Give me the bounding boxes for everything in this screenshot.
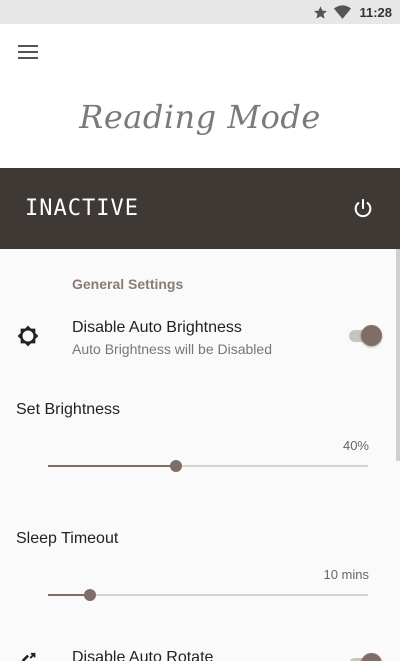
app-header: Reading Mode [0,24,400,168]
clock: 11:28 [359,4,392,20]
status-text: INACTIVE [25,196,139,221]
auto-brightness-row[interactable]: Disable Auto Brightness Auto Brightness … [0,317,400,361]
brightness-label: Set Brightness [16,401,121,418]
brightness-slider-fill [48,465,176,467]
screen-rotation-icon [21,652,36,661]
status-bar: 11:28 [0,0,400,24]
star-icon [314,5,328,19]
brightness-value: 40% [342,438,369,453]
auto-rotate-title: Disable Auto Rotate [72,649,214,661]
sleep-timeout-label: Sleep Timeout [16,530,119,547]
brightness-slider-thumb[interactable] [170,460,182,472]
scrollbar[interactable] [396,249,400,461]
brightness-slider[interactable] [48,459,368,473]
app-logo: Reading Mode [79,98,321,136]
menu-icon[interactable] [18,45,38,59]
sleep-timeout-slider[interactable] [48,588,368,602]
auto-brightness-title: Disable Auto Brightness [72,319,242,336]
status-banner: INACTIVE [0,168,400,249]
section-header: General Settings [72,276,184,292]
wifi-icon [334,4,352,19]
sleep-timeout-value: 10 mins [323,567,369,582]
power-icon[interactable] [352,198,374,220]
brightness-icon [17,325,39,347]
auto-rotate-row[interactable]: Disable Auto Rotate [0,647,400,661]
auto-brightness-toggle[interactable] [347,325,382,346]
sleep-timeout-slider-thumb[interactable] [83,589,96,601]
auto-rotate-toggle[interactable] [347,653,382,661]
auto-brightness-subtitle: Auto Brightness will be Disabled [72,341,272,357]
